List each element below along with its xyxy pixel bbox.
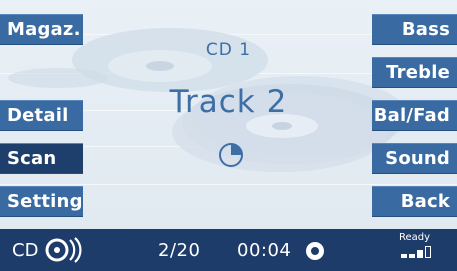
signal-strength-icon bbox=[401, 246, 431, 258]
play-dot-icon bbox=[306, 242, 324, 260]
magazine-button-label: Magaz. bbox=[7, 19, 81, 40]
signal-bar bbox=[417, 250, 423, 258]
source-label: CD bbox=[12, 240, 39, 261]
cd-player-screen: Magaz. Detail Scan Setting Bass Treble B… bbox=[0, 0, 457, 271]
sound-button-label: Sound bbox=[385, 148, 450, 169]
track-title: Track 2 bbox=[169, 84, 288, 120]
scan-button-label: Scan bbox=[7, 148, 57, 169]
bass-button-label: Bass bbox=[401, 19, 450, 40]
ready-status: Ready bbox=[399, 232, 431, 243]
treble-button-label: Treble bbox=[386, 62, 450, 83]
setting-button[interactable]: Setting bbox=[0, 186, 83, 217]
signal-bar bbox=[409, 254, 415, 258]
clock-progress-icon bbox=[219, 143, 243, 167]
scan-button[interactable]: Scan bbox=[0, 143, 83, 174]
status-bar: CD 2/20 00:04 Ready bbox=[0, 229, 457, 271]
elapsed-time: 00:04 bbox=[237, 240, 292, 261]
track-count: 2/20 bbox=[158, 240, 201, 261]
signal-bar bbox=[401, 254, 407, 258]
setting-button-label: Setting bbox=[7, 191, 83, 212]
back-button-label: Back bbox=[400, 191, 450, 212]
cd-disc-icon bbox=[45, 237, 82, 263]
sound-button[interactable]: Sound bbox=[372, 143, 457, 174]
disc-number: CD 1 bbox=[205, 40, 252, 60]
signal-bar bbox=[425, 246, 431, 258]
back-button[interactable]: Back bbox=[372, 186, 457, 217]
